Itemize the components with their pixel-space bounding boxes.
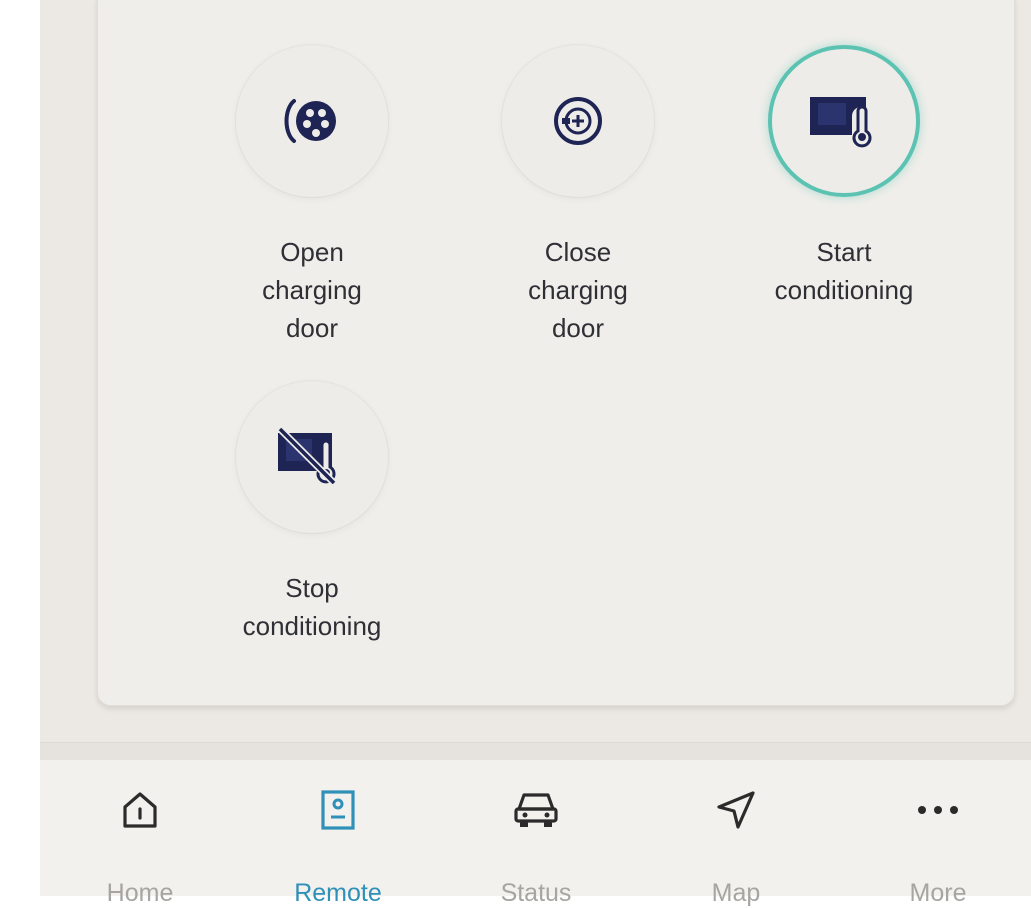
more-dots-icon bbox=[918, 806, 958, 814]
car-icon bbox=[514, 793, 558, 827]
nav-item-more[interactable]: More bbox=[868, 782, 1008, 908]
open-charging-door-button[interactable] bbox=[236, 45, 388, 197]
remote-icon bbox=[321, 790, 355, 830]
open-charging-door-label: Open charging door bbox=[262, 237, 362, 343]
stop-conditioning-action[interactable]: Stop conditioning bbox=[202, 381, 422, 645]
home-icon bbox=[123, 792, 157, 828]
stop-conditioning-icon bbox=[277, 426, 337, 486]
start-conditioning-icon bbox=[810, 97, 872, 148]
close-charging-door-icon bbox=[554, 97, 602, 145]
open-charging-door-icon bbox=[284, 99, 336, 143]
nav-item-map[interactable]: Map bbox=[666, 782, 806, 908]
nav-label-remote: Remote bbox=[294, 879, 382, 907]
nav-item-home[interactable]: Home bbox=[70, 782, 210, 908]
start-conditioning-button[interactable] bbox=[768, 45, 920, 197]
open-charging-door-action[interactable]: Open charging door bbox=[202, 45, 422, 347]
bottom-navigation: Home Remote Status Map More bbox=[40, 760, 1031, 907]
navigation-arrow-icon bbox=[717, 791, 755, 829]
nav-item-remote[interactable]: Remote bbox=[268, 782, 408, 908]
close-charging-door-action[interactable]: Close charging door bbox=[468, 45, 688, 347]
content-bottom-edge bbox=[40, 742, 1031, 761]
nav-label-more: More bbox=[909, 879, 967, 907]
close-charging-door-label: Close charging door bbox=[528, 237, 628, 343]
nav-label-status: Status bbox=[500, 879, 572, 907]
nav-item-status[interactable]: Status bbox=[466, 782, 606, 908]
start-conditioning-label: Start conditioning bbox=[774, 237, 914, 305]
stop-conditioning-button[interactable] bbox=[236, 381, 388, 533]
nav-label-map: Map bbox=[711, 879, 761, 907]
remote-screen: Open charging door Close charging door S… bbox=[40, 0, 1031, 907]
start-conditioning-action[interactable]: Start conditioning bbox=[734, 45, 954, 309]
nav-label-home: Home bbox=[106, 879, 174, 907]
stop-conditioning-label: Stop conditioning bbox=[242, 573, 382, 641]
remote-actions-card: Open charging door Close charging door S… bbox=[97, 0, 1015, 706]
close-charging-door-button[interactable] bbox=[502, 45, 654, 197]
